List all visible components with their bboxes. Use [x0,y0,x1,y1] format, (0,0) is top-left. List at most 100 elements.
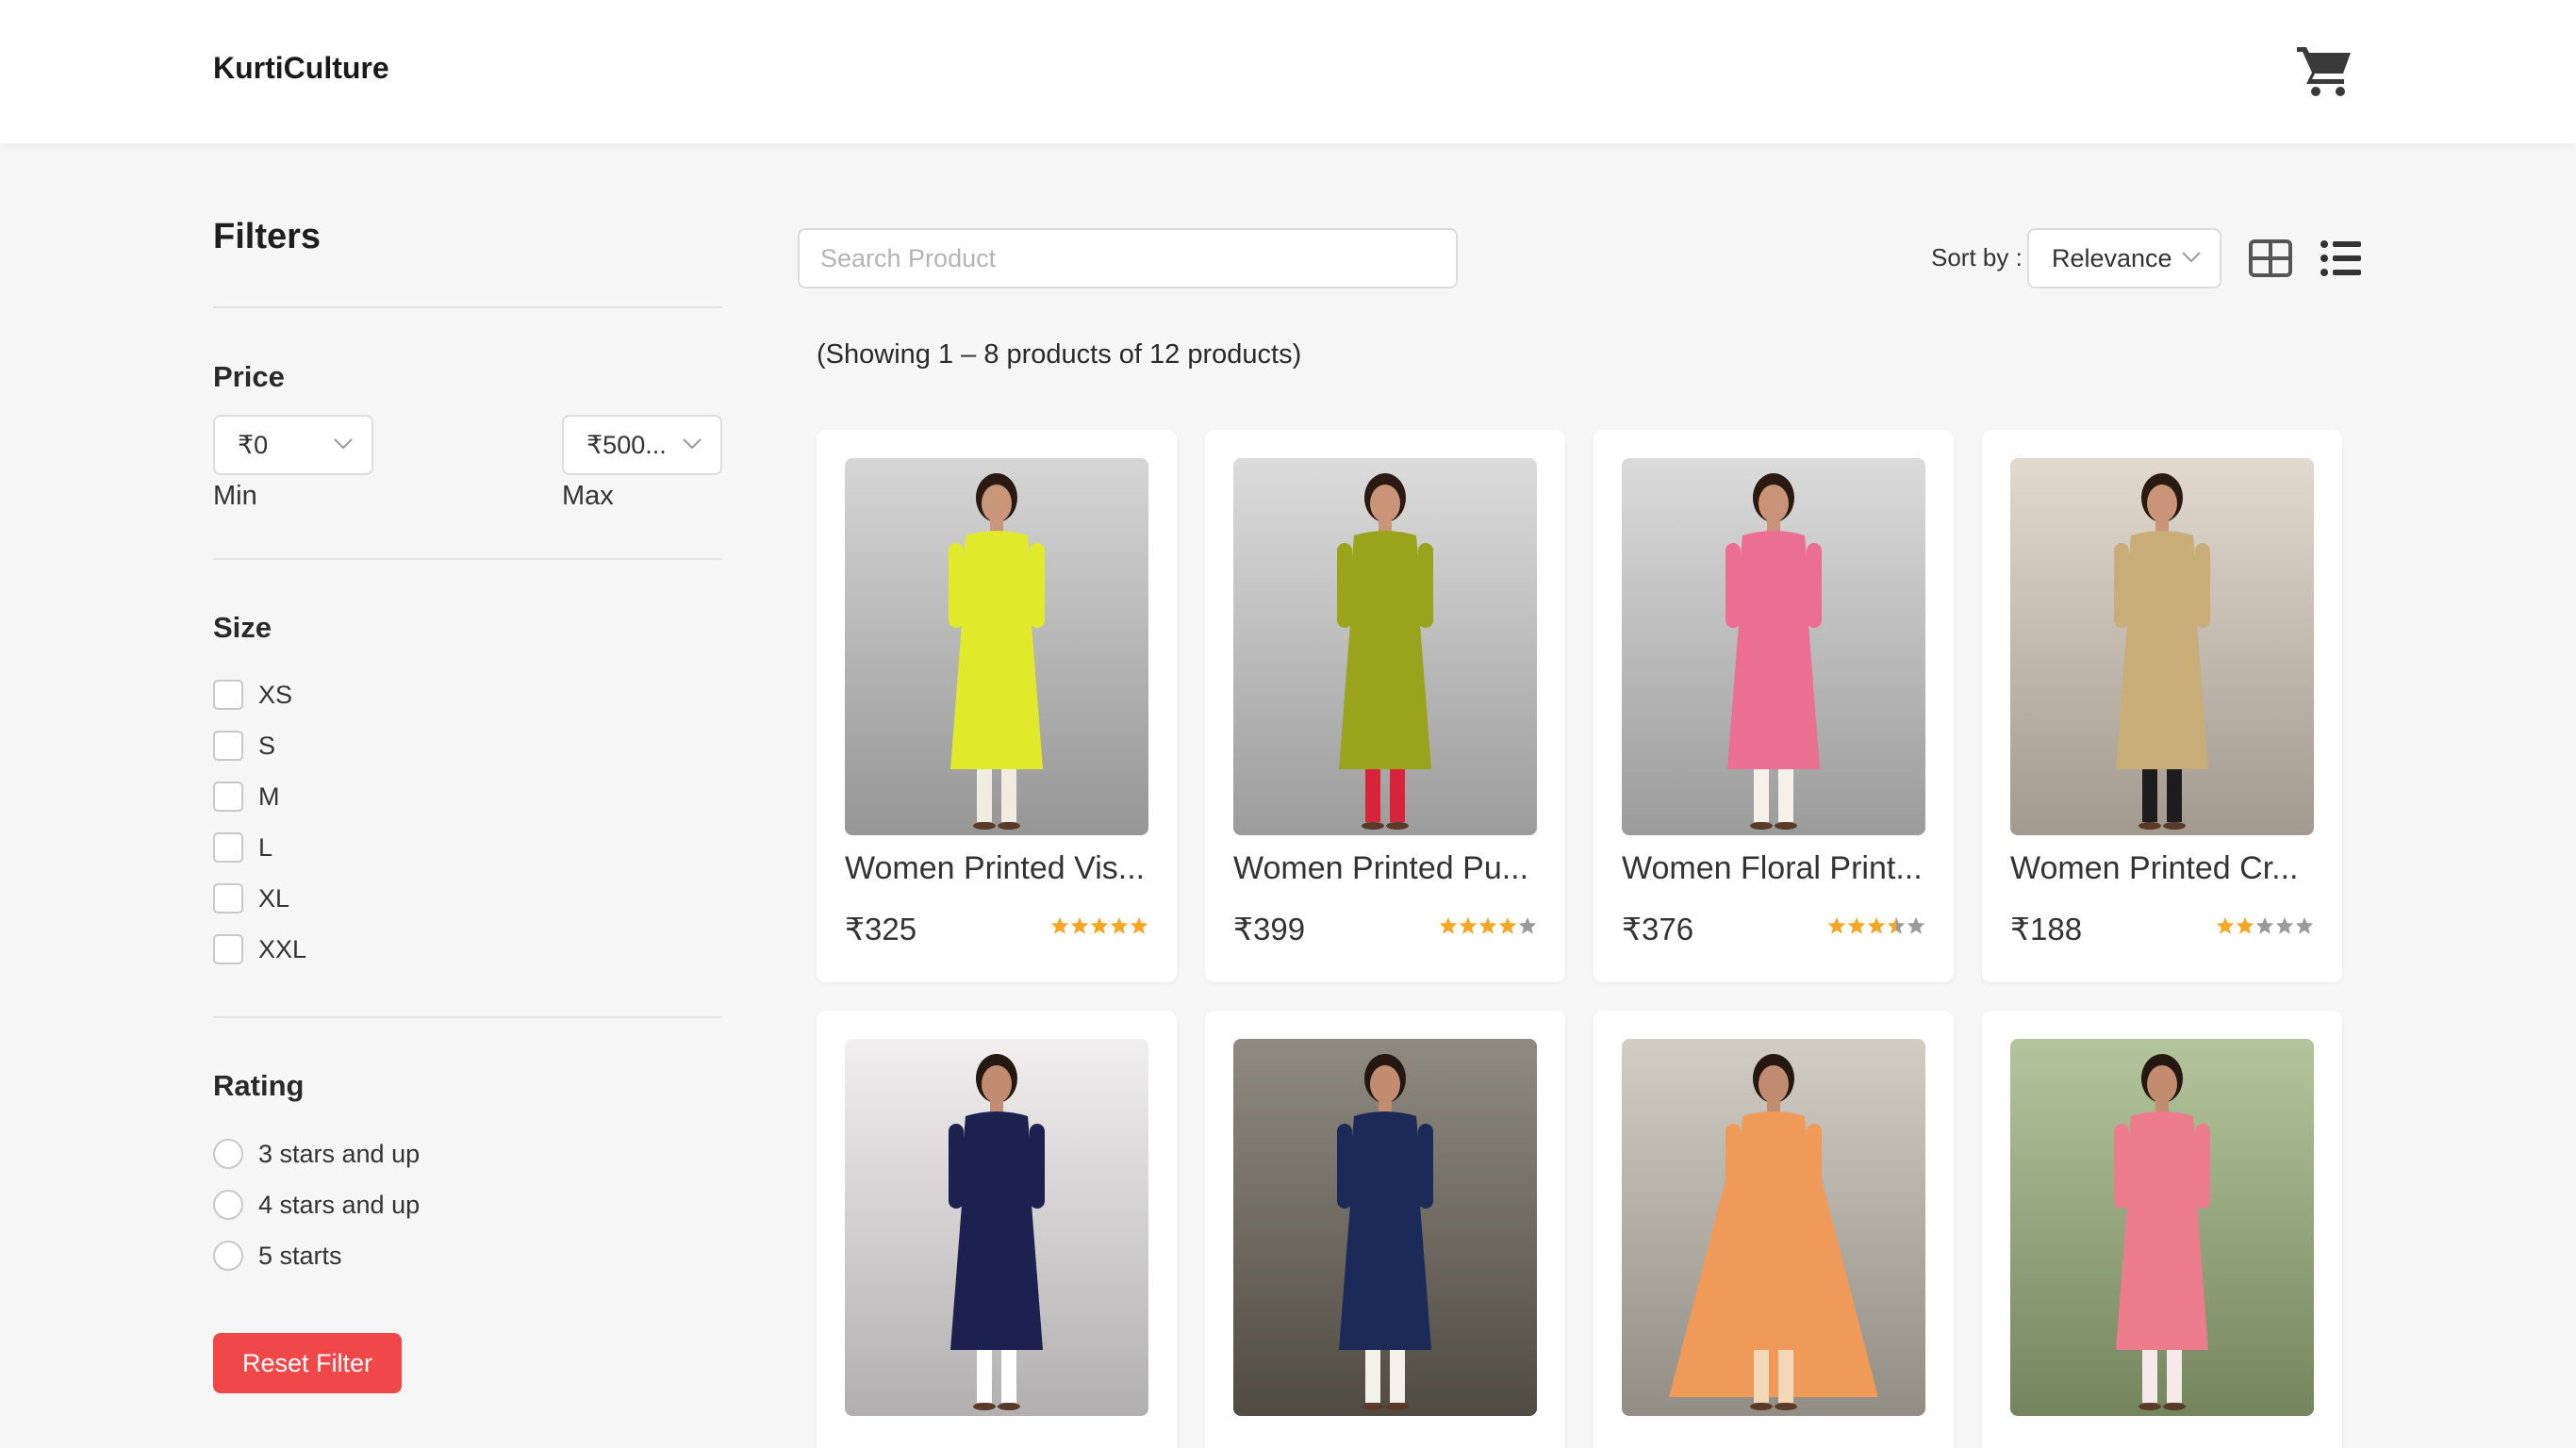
list-view-icon[interactable] [2320,239,2363,277]
product-image[interactable] [2010,458,2314,835]
product-image[interactable] [1622,458,1925,835]
rating-radio[interactable] [213,1190,243,1220]
star-icon [1439,916,1458,934]
product-rating [2216,916,2314,935]
size-checkbox[interactable] [213,782,243,812]
star-icon [1459,916,1478,934]
star-icon [1070,916,1089,934]
size-option-xxl[interactable]: XXL [213,933,306,965]
product-name[interactable]: Women Printed Vis... [845,850,1156,887]
product-image[interactable] [1622,1039,1925,1416]
rating-title: Rating [213,1069,305,1102]
product-rating [1050,916,1148,935]
size-label: S [258,731,276,760]
price-min-label: Min [213,481,257,511]
rating-radio[interactable] [213,1139,243,1169]
rating-option-4[interactable]: 4 stars and up [213,1189,420,1221]
star-icon [1887,916,1906,934]
chevron-down-icon [683,438,702,450]
product-price: ₹325 [845,912,917,946]
size-option-xl[interactable]: XL [213,882,289,914]
sort-label: Sort by : [1931,243,2023,272]
size-checkbox[interactable] [213,883,243,913]
price-min-select[interactable]: ₹0 [213,415,373,475]
star-icon [1478,916,1497,934]
divider [213,1016,722,1018]
star-icon [1050,916,1069,934]
product-card[interactable] [1982,1011,2342,1448]
size-label: XS [258,680,293,709]
product-thumbnail[interactable] [1233,1039,1537,1416]
size-option-l[interactable]: L [213,831,272,864]
product-thumbnail[interactable] [845,1039,1148,1416]
grid-view-icon[interactable] [2249,239,2292,277]
results-count: (Showing 1 – 8 products of 12 products) [817,339,1302,370]
size-checkbox[interactable] [213,934,243,964]
cart-icon[interactable] [2295,41,2355,98]
size-option-xs[interactable]: XS [213,679,292,711]
star-icon [1090,916,1109,934]
product-name[interactable]: Women Floral Print... [1622,850,1933,887]
product-thumbnail[interactable] [1622,1039,1925,1416]
reset-filter-button[interactable]: Reset Filter [213,1333,402,1393]
sort-value: Relevance [2052,244,2172,272]
product-image[interactable] [1233,1039,1537,1416]
product-name[interactable]: Women Printed Cr... [2010,850,2321,887]
star-icon [2216,916,2235,934]
star-icon [1130,916,1148,934]
star-icon [2275,916,2294,934]
product-card[interactable]: Women Printed Pu... ₹399 [1205,430,1565,982]
product-image[interactable] [1233,458,1537,835]
star-icon [1867,916,1886,934]
search-input[interactable] [798,228,1458,288]
site-logo[interactable]: KurtiCulture [213,51,389,86]
product-rating [1827,916,1925,935]
price-min-value: ₹0 [238,431,269,459]
size-checkbox[interactable] [213,731,243,761]
product-card[interactable] [1205,1011,1565,1448]
price-max-select[interactable]: ₹500... [562,415,722,475]
rating-radio[interactable] [213,1241,243,1271]
price-max-label: Max [562,481,614,511]
size-title: Size [213,611,272,644]
product-name[interactable]: Women Printed Pu... [1233,850,1544,887]
size-option-m[interactable]: M [213,781,280,813]
product-thumbnail[interactable] [1233,458,1537,835]
star-icon [1827,916,1846,934]
product-thumbnail[interactable] [1622,458,1925,835]
size-label: L [258,832,273,862]
star-icon [1847,916,1866,934]
product-card[interactable] [1593,1011,1954,1448]
product-card[interactable]: Women Printed Cr... ₹188 [1982,430,2342,982]
product-thumbnail[interactable] [2010,1039,2314,1416]
top-navbar: KurtiCulture [0,0,2576,143]
rating-option-5[interactable]: 5 starts [213,1240,342,1272]
size-label: XXL [258,934,307,963]
rating-label: 4 stars and up [258,1190,421,1219]
size-option-s[interactable]: S [213,730,275,762]
star-icon [2295,916,2314,934]
product-image[interactable] [2010,1039,2314,1416]
size-checkbox[interactable] [213,680,243,710]
product-price: ₹399 [1233,912,1306,946]
product-price: ₹188 [2010,912,2083,946]
product-card[interactable]: Women Printed Vis... ₹325 [817,430,1177,982]
rating-option-3[interactable]: 3 stars and up [213,1138,420,1170]
star-icon [1518,916,1537,934]
product-image[interactable] [845,1039,1148,1416]
star-icon [1907,916,1925,934]
price-max-value: ₹500... [586,431,667,459]
size-checkbox[interactable] [213,832,243,863]
star-icon [1498,916,1517,934]
chevron-down-icon [2182,252,2201,263]
divider [213,558,722,560]
rating-label: 3 stars and up [258,1139,421,1168]
product-card[interactable] [817,1011,1177,1448]
product-card[interactable]: Women Floral Print... ₹376 [1593,430,1954,982]
product-thumbnail[interactable] [2010,458,2314,835]
divider [213,306,722,308]
sort-select[interactable]: Relevance [2027,228,2221,288]
star-icon [1110,916,1129,934]
product-image[interactable] [845,458,1148,835]
product-thumbnail[interactable] [845,458,1148,835]
